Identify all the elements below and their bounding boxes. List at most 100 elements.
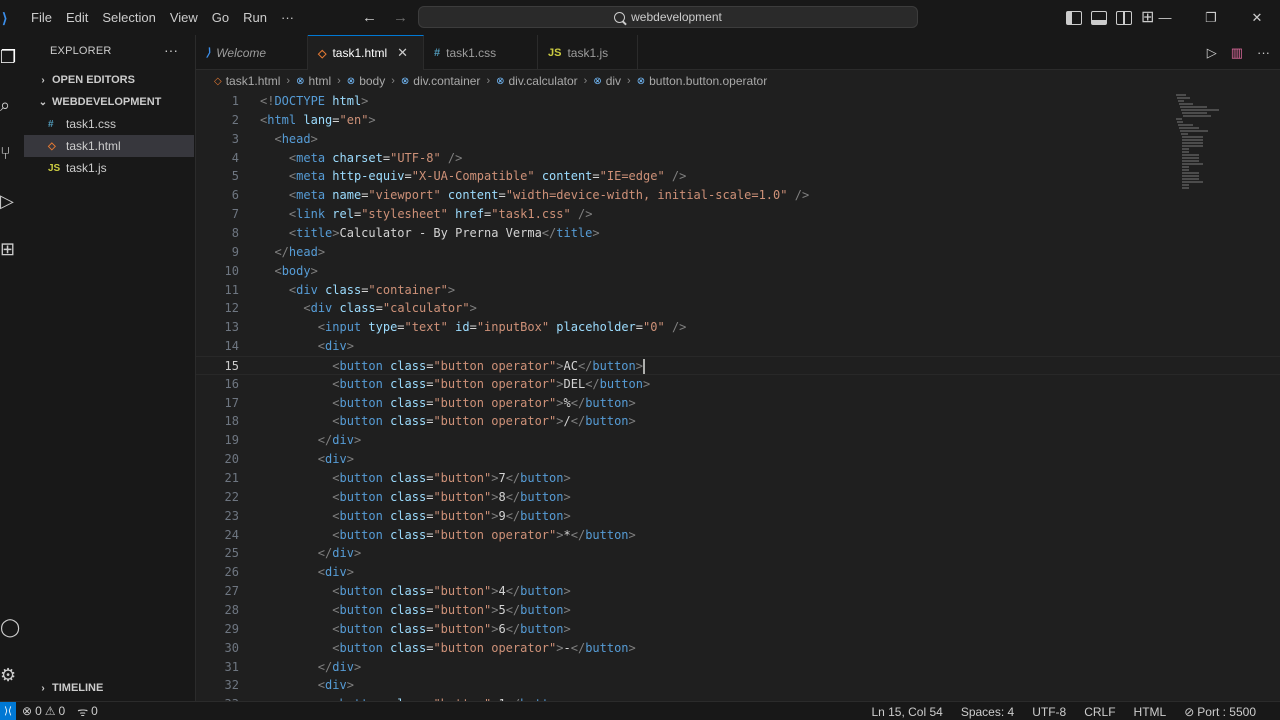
open-preview-icon[interactable]: ▥ [1231, 45, 1243, 61]
source-control-icon[interactable]: ⑂ [0, 139, 24, 167]
minimap[interactable] [1176, 92, 1246, 192]
breadcrumb-item-container[interactable]: ⊗ div.container [401, 74, 481, 88]
code-line[interactable]: 31 </div> [196, 658, 1280, 677]
encoding[interactable]: UTF-8 [1026, 705, 1072, 719]
code-line[interactable]: 27 <button class="button">4</button> [196, 582, 1280, 601]
breadcrumb-item-file[interactable]: ◇ task1.html [214, 74, 280, 88]
extensions-icon[interactable]: ⊞ [0, 235, 24, 263]
breadcrumb-item-body[interactable]: ⊗ body [347, 74, 385, 88]
code-line[interactable]: 2 <html lang="en"> [196, 111, 1280, 130]
explorer-icon[interactable]: ❐ [0, 43, 24, 71]
line-number[interactable]: 32 [196, 676, 239, 695]
back-arrow-icon[interactable]: ← [362, 9, 377, 26]
code-editor[interactable]: 1 <!DOCTYPE html> 2 <html lang="en"> 3 <head… [196, 92, 1280, 701]
tab-task1-css[interactable]: # task1.css [424, 35, 538, 70]
code-line[interactable]: 29 <button class="button">6</button> [196, 620, 1280, 639]
code-line[interactable]: 32 <div> [196, 676, 1280, 695]
code-line[interactable]: 16 <button class="button operator">DEL</… [196, 375, 1280, 394]
line-number[interactable]: 3 [196, 130, 239, 149]
line-number[interactable]: 21 [196, 469, 239, 488]
open-editors-section[interactable]: › OPEN EDITORS [24, 69, 196, 91]
live-server-port[interactable]: ⊘ Port : 5500 [1178, 705, 1262, 719]
breadcrumb-item-html[interactable]: ⊗ html [296, 74, 331, 88]
code-line[interactable]: 21 <button class="button">7</button> [196, 469, 1280, 488]
menu-file[interactable]: File [24, 0, 59, 35]
code-line[interactable]: 14 <div> [196, 337, 1280, 356]
command-center-search[interactable]: webdevelopment [418, 6, 918, 28]
code-line[interactable]: 25 </div> [196, 544, 1280, 563]
line-number[interactable]: 22 [196, 488, 239, 507]
indentation[interactable]: Spaces: 4 [955, 705, 1020, 719]
run-debug-icon[interactable]: ▷ [0, 187, 24, 215]
code-line[interactable]: 19 </div> [196, 431, 1280, 450]
file-item-task1-html[interactable]: ◇ task1.html [24, 135, 194, 157]
end-of-line[interactable]: CRLF [1078, 705, 1121, 719]
minimize-button[interactable]: — [1142, 0, 1188, 35]
line-number[interactable]: 9 [196, 243, 239, 262]
code-line[interactable]: 13 <input type="text" id="inputBox" plac… [196, 318, 1280, 337]
code-line[interactable]: 12 <div class="calculator"> [196, 299, 1280, 318]
toggle-secondary-sidebar-icon[interactable] [1116, 10, 1132, 25]
code-line[interactable]: 11 <div class="container"> [196, 281, 1280, 300]
menu-run[interactable]: Run [236, 0, 274, 35]
line-number[interactable]: 20 [196, 450, 239, 469]
line-number[interactable]: 24 [196, 526, 239, 545]
code-line[interactable]: 10 <body> [196, 262, 1280, 281]
menu-view[interactable]: View [163, 0, 205, 35]
line-number[interactable]: 23 [196, 507, 239, 526]
search-view-icon[interactable]: ⌕ [0, 91, 24, 119]
line-number[interactable]: 29 [196, 620, 239, 639]
code-line[interactable]: 3 <head> [196, 130, 1280, 149]
line-number[interactable]: 1 [196, 92, 239, 111]
code-line[interactable]: 8 <title>Calculator - By Prerna Verma</t… [196, 224, 1280, 243]
close-window-button[interactable]: ✕ [1234, 0, 1280, 35]
code-line[interactable]: 7 <link rel="stylesheet" href="task1.css… [196, 205, 1280, 224]
line-number[interactable]: 26 [196, 563, 239, 582]
menu-go[interactable]: Go [205, 0, 236, 35]
code-line[interactable]: 9 </head> [196, 243, 1280, 262]
line-number[interactable]: 27 [196, 582, 239, 601]
breadcrumb-item-div[interactable]: ⊗ div [593, 74, 621, 88]
forward-arrow-icon[interactable]: → [393, 9, 408, 26]
line-number[interactable]: 12 [196, 299, 239, 318]
code-line[interactable]: 5 <meta http-equiv="X-UA-Compatible" con… [196, 167, 1280, 186]
line-number[interactable]: 13 [196, 318, 239, 337]
breadcrumb-item-button[interactable]: ⊗ button.button.operator [637, 74, 767, 88]
code-line[interactable]: 26 <div> [196, 563, 1280, 582]
line-number[interactable]: 4 [196, 149, 239, 168]
line-number[interactable]: 8 [196, 224, 239, 243]
tab-task1-js[interactable]: JS task1.js [538, 35, 638, 70]
code-line[interactable]: 24 <button class="button operator">*</bu… [196, 526, 1280, 545]
toggle-primary-sidebar-icon[interactable] [1066, 10, 1082, 25]
line-number[interactable]: 31 [196, 658, 239, 677]
line-number[interactable]: 25 [196, 544, 239, 563]
timeline-section[interactable]: › TIMELINE [24, 677, 196, 699]
code-line[interactable]: 20 <div> [196, 450, 1280, 469]
line-number[interactable]: 14 [196, 337, 239, 356]
menu-selection[interactable]: Selection [95, 0, 162, 35]
file-item-task1-css[interactable]: # task1.css [24, 113, 194, 135]
run-icon[interactable]: ▷ [1207, 45, 1217, 61]
more-actions-icon[interactable]: ··· [1257, 45, 1270, 60]
line-number[interactable]: 19 [196, 431, 239, 450]
code-line[interactable]: 4 <meta charset="UTF-8" /> [196, 149, 1280, 168]
line-number[interactable]: 7 [196, 205, 239, 224]
remote-indicator-icon[interactable]: ⟩⟨ [0, 701, 16, 720]
line-number[interactable]: 6 [196, 186, 239, 205]
toggle-panel-icon[interactable] [1091, 10, 1107, 25]
code-line[interactable]: 6 <meta name="viewport" content="width=d… [196, 186, 1280, 205]
code-line[interactable]: 22 <button class="button">8</button> [196, 488, 1280, 507]
problems-indicator[interactable]: ⊗ 0 ⚠ 0 [16, 704, 71, 718]
breadcrumb-item-calculator[interactable]: ⊗ div.calculator [496, 74, 578, 88]
code-line[interactable]: 30 <button class="button operator">-</bu… [196, 639, 1280, 658]
code-line[interactable]: 18 <button class="button operator">/</bu… [196, 412, 1280, 431]
menu-edit[interactable]: Edit [59, 0, 95, 35]
explorer-more-icon[interactable]: ··· [164, 42, 178, 58]
cursor-position[interactable]: Ln 15, Col 54 [865, 705, 948, 719]
line-number[interactable]: 28 [196, 601, 239, 620]
line-number[interactable]: 15 [196, 357, 239, 376]
workspace-folder-section[interactable]: ⌄ WEBDEVELOPMENT [24, 91, 196, 113]
code-line[interactable]: 28 <button class="button">5</button> [196, 601, 1280, 620]
line-number[interactable]: 11 [196, 281, 239, 300]
language-mode[interactable]: HTML [1128, 705, 1173, 719]
